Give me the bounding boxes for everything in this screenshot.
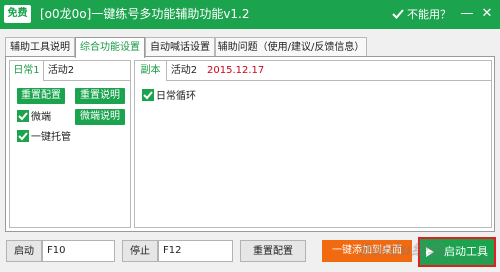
tab-tool-description[interactable]: 辅助工具说明 <box>5 37 75 57</box>
watermark-url: jingyan.baidu.com <box>420 255 494 264</box>
tab-auto-shout-settings[interactable]: 自动喊话设置 <box>145 37 215 57</box>
window-title: [o0龙0o]一键练号多功能辅助功能v1.2 <box>40 7 250 21</box>
checkbox-checked-icon[interactable] <box>17 110 29 122</box>
start-hotkey-field[interactable]: F10 <box>42 240 115 262</box>
free-badge: 免费 <box>4 5 31 23</box>
subtab-dungeon[interactable]: 副本 <box>135 61 167 81</box>
start-hotkey-label: 启动 <box>6 240 42 262</box>
stop-hotkey-label: 停止 <box>122 240 158 262</box>
reset-config-bottom-button[interactable]: 重置配置 <box>240 240 306 262</box>
checkbox-label: 日常循环 <box>156 91 196 102</box>
checkbox-label: 微端 <box>31 112 51 123</box>
checkbox-checked-icon[interactable] <box>17 130 29 142</box>
subtab-activity2-right[interactable]: 活动2 <box>167 61 201 81</box>
stop-hotkey-field[interactable]: F12 <box>158 240 233 262</box>
right-subpanel: 副本 活动2 2015.12.17 日常循环 <box>134 60 492 228</box>
left-subtab-bar: 日常1 活动2 <box>10 61 130 81</box>
close-button[interactable]: ✕ <box>478 5 496 23</box>
checkbox-daily-loop[interactable]: 日常循环 <box>142 89 196 103</box>
microclient-help-button[interactable]: 微端说明 <box>75 109 125 125</box>
checkbox-label: 一键托管 <box>31 132 71 143</box>
checkbox-one-click-hosting[interactable]: 一键托管 <box>17 130 71 144</box>
title-bar: 免费 [o0龙0o]一键练号多功能辅助功能v1.2 不能用？ — ✕ <box>0 0 500 29</box>
settings-panel: 日常1 活动2 重置配置 重置说明 微端 微端说明 一键托管 副本 活动2 20… <box>5 56 495 232</box>
version-date: 2015.12.17 <box>207 65 265 76</box>
tab-general-settings[interactable]: 综合功能设置 <box>75 37 145 58</box>
checkbox-checked-icon[interactable] <box>142 89 154 101</box>
help-link[interactable]: 不能用？ <box>407 0 451 29</box>
subtab-activity2[interactable]: 活动2 <box>44 61 78 81</box>
right-subtab-bar: 副本 活动2 2015.12.17 <box>135 61 491 81</box>
checkbox-microclient[interactable]: 微端 <box>17 110 51 124</box>
check-icon <box>392 8 404 20</box>
minimize-button[interactable]: — <box>458 5 476 23</box>
subtab-daily1[interactable]: 日常1 <box>10 61 44 81</box>
main-tab-bar: 辅助工具说明 综合功能设置 自动喊话设置 辅助问题（使用/建议/反馈信息） <box>5 37 495 58</box>
reset-help-button[interactable]: 重置说明 <box>75 88 125 104</box>
left-subpanel: 日常1 活动2 重置配置 重置说明 微端 微端说明 一键托管 <box>9 60 131 228</box>
tab-help-feedback[interactable]: 辅助问题（使用/建议/反馈信息） <box>215 37 367 57</box>
reset-config-button[interactable]: 重置配置 <box>17 88 65 104</box>
